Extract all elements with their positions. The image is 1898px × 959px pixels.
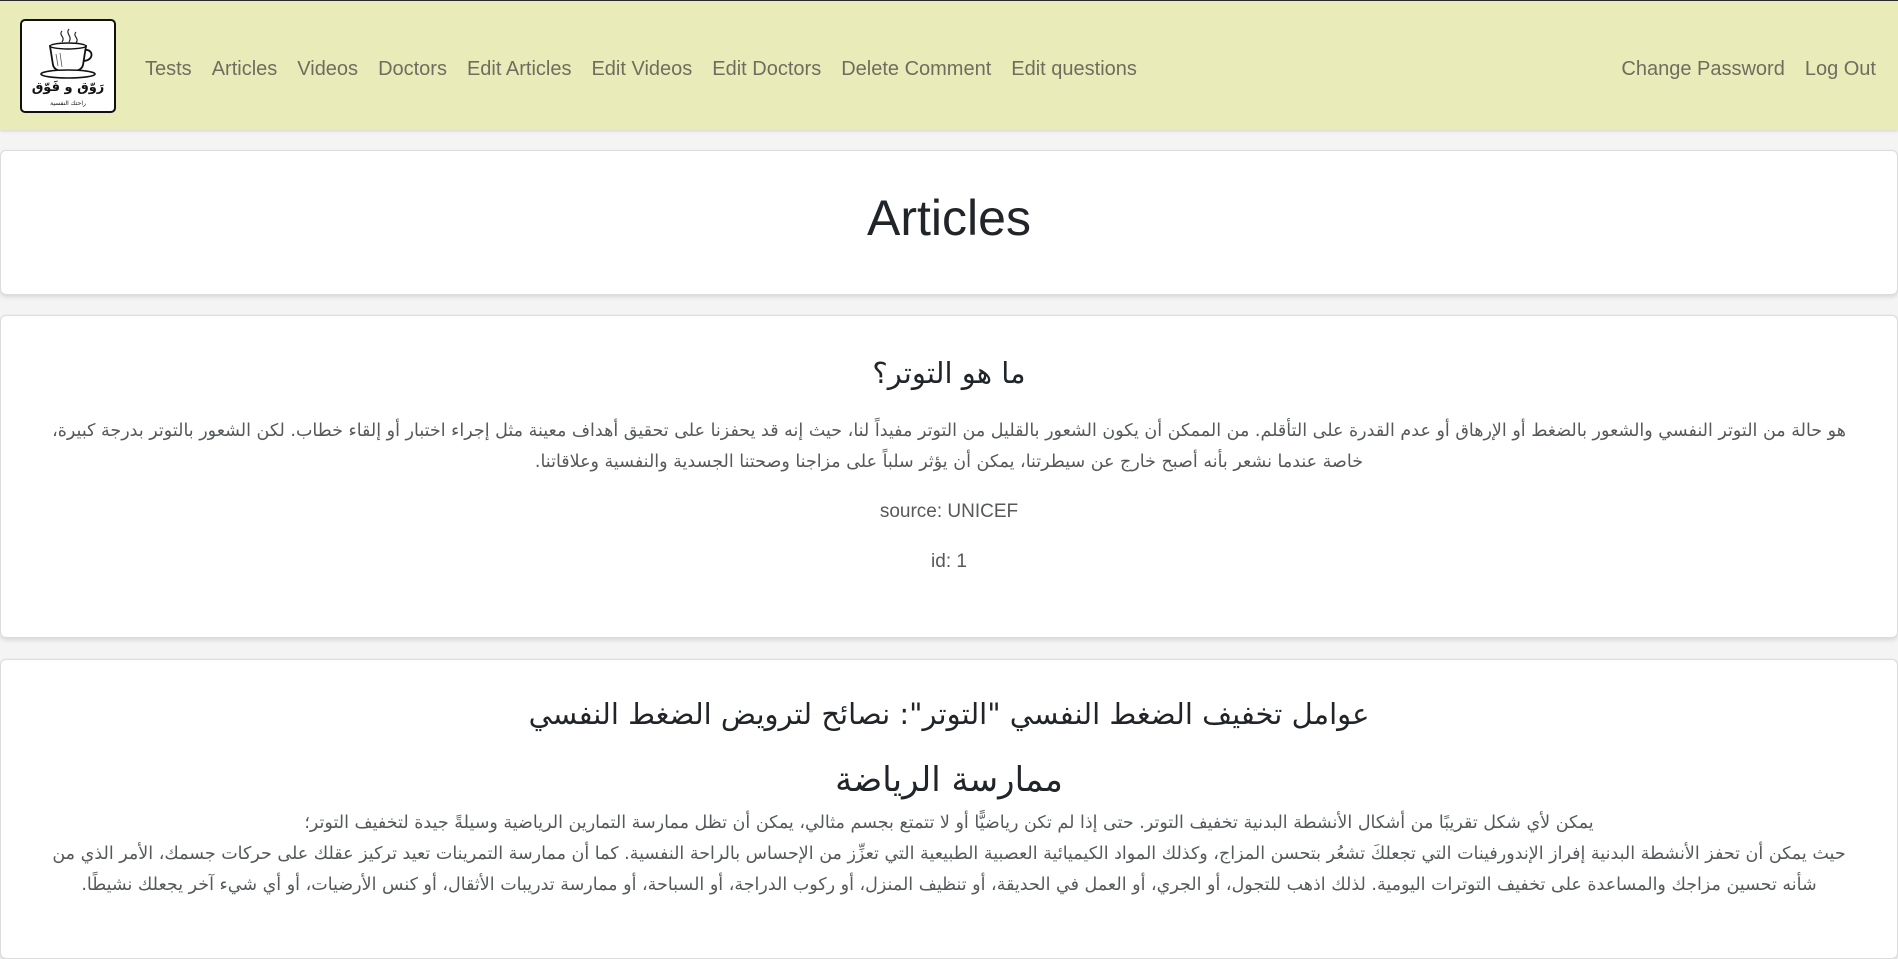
article-body: يمكن لأي شكل تقريبًا من أشكال الأنشطة ال… — [39, 808, 1859, 901]
logo-subtitle: راحتك النفسية — [50, 100, 86, 107]
article-title: عوامل تخفيف الضغط النفسي "التوتر": نصائح… — [528, 697, 1370, 731]
nav-link-edit-videos[interactable]: Edit Videos — [581, 58, 702, 81]
article-source: source: UNICEF — [879, 501, 1019, 522]
article-paragraph: حيث يمكن أن تحفز الأنشطة البدنية إفراز ا… — [52, 844, 1846, 895]
nav-link-log-out[interactable]: Log Out — [1795, 58, 1876, 81]
article-body: هو حالة من التوتر النفسي والشعور بالضغط … — [52, 421, 1846, 472]
article-subheading: ممارسة الرياضة — [835, 760, 1063, 800]
nav-link-edit-doctors[interactable]: Edit Doctors — [702, 58, 831, 81]
nav-link-tests[interactable]: Tests — [145, 58, 202, 81]
nav-link-articles[interactable]: Articles — [202, 58, 288, 81]
nav-link-change-password[interactable]: Change Password — [1611, 58, 1794, 81]
nav-link-edit-questions[interactable]: Edit questions — [1001, 58, 1147, 81]
article-card: ما هو التوتر؟ هو حالة من التوتر النفسي و… — [0, 315, 1898, 638]
brand-logo[interactable]: رَوّق و فَوّق راحتك النفسية — [20, 19, 116, 113]
article-card: عوامل تخفيف الضغط النفسي "التوتر": نصائح… — [0, 659, 1898, 959]
coffee-cup-icon — [40, 28, 96, 79]
article-paragraph: يمكن لأي شكل تقريبًا من أشكال الأنشطة ال… — [304, 813, 1594, 833]
nav-links-right: Change Password Log Out — [1611, 1, 1876, 137]
top-navbar: رَوّق و فَوّق راحتك النفسية Tests Articl… — [0, 0, 1898, 130]
article-id: id: 1 — [931, 551, 967, 572]
page-header-card: Articles — [0, 150, 1898, 295]
nav-link-delete-comment[interactable]: Delete Comment — [831, 58, 1001, 81]
logo-title: رَوّق و فَوّق — [31, 80, 105, 95]
nav-link-videos[interactable]: Videos — [287, 58, 368, 81]
article-title: ما هو التوتر؟ — [872, 356, 1026, 390]
nav-links-left: Tests Articles Videos Doctors Edit Artic… — [145, 1, 1147, 137]
nav-link-doctors[interactable]: Doctors — [368, 58, 457, 81]
page-title: Articles — [867, 190, 1031, 246]
nav-link-edit-articles[interactable]: Edit Articles — [457, 58, 581, 81]
